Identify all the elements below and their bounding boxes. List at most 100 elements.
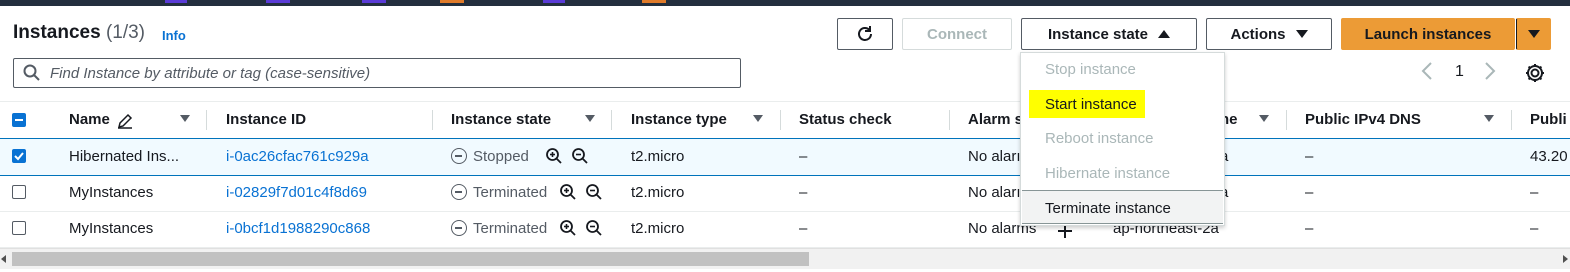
column-divider[interactable] bbox=[432, 110, 433, 130]
sort-icon[interactable] bbox=[753, 115, 763, 122]
instance-name: MyInstances bbox=[69, 220, 154, 237]
stopped-icon bbox=[451, 148, 467, 164]
instance-state: Terminated bbox=[473, 220, 548, 237]
zoom-out-icon[interactable] bbox=[571, 147, 589, 165]
instance-type: t2.micro bbox=[631, 148, 685, 165]
zoom-out-icon[interactable] bbox=[585, 183, 603, 201]
page-number[interactable]: 1 bbox=[1455, 63, 1464, 81]
instance-id-link[interactable]: i-0ac26cfac761c929a bbox=[226, 148, 369, 165]
public-dns: – bbox=[1305, 148, 1314, 165]
column-header-public-ipv4-dns[interactable]: Public IPv4 DNS bbox=[1305, 111, 1421, 128]
table-header: Name Instance ID Instance state Instance… bbox=[0, 101, 1570, 139]
column-divider[interactable] bbox=[949, 110, 950, 130]
instance-state: Terminated bbox=[473, 184, 548, 201]
instance-state: Stopped bbox=[473, 148, 529, 165]
row-checkbox[interactable] bbox=[12, 149, 26, 163]
instance-id-link[interactable]: i-02829f7d01c4f8d69 bbox=[226, 184, 367, 201]
table-row[interactable]: MyInstances i-0bcf1d1988290c868 Terminat… bbox=[0, 211, 1570, 248]
launch-options-button[interactable] bbox=[1516, 18, 1551, 50]
menu-item-start-instance[interactable]: Start instance bbox=[1045, 96, 1137, 113]
column-header-status-check[interactable]: Status check bbox=[799, 111, 892, 128]
chevron-left-icon bbox=[1421, 62, 1432, 80]
column-divider[interactable] bbox=[206, 110, 207, 130]
selection-count: (1/3) bbox=[105, 22, 146, 43]
public-ip: – bbox=[1530, 184, 1539, 201]
caret-up-icon bbox=[1158, 30, 1171, 38]
terminated-icon bbox=[451, 220, 467, 236]
public-ip: 43.20 bbox=[1530, 148, 1568, 165]
instance-state-button[interactable]: Instance state bbox=[1021, 18, 1197, 50]
table-row[interactable]: Hibernated Ins... i-0ac26cfac761c929a St… bbox=[0, 138, 1570, 176]
column-header-name[interactable]: Name bbox=[69, 111, 110, 128]
gear-icon bbox=[1526, 64, 1544, 82]
preferences-button[interactable] bbox=[1524, 62, 1546, 89]
terminated-icon bbox=[451, 184, 467, 200]
zoom-in-icon[interactable] bbox=[559, 183, 577, 201]
actions-label: Actions bbox=[1230, 25, 1286, 43]
search-input[interactable] bbox=[48, 63, 732, 83]
info-link[interactable]: Info bbox=[162, 28, 186, 43]
table-row[interactable]: MyInstances i-02829f7d01c4f8d69 Terminat… bbox=[0, 175, 1570, 212]
top-nav-bar bbox=[0, 0, 1570, 6]
public-dns: – bbox=[1305, 184, 1314, 201]
page-title: Instances (1/3) bbox=[13, 22, 145, 44]
sort-icon[interactable] bbox=[180, 115, 190, 122]
sort-icon[interactable] bbox=[585, 115, 595, 122]
refresh-icon bbox=[858, 26, 872, 41]
zoom-out-icon[interactable] bbox=[585, 219, 603, 237]
alarm-status: No aları bbox=[968, 184, 1021, 201]
scroll-left-icon[interactable] bbox=[1, 255, 6, 263]
scroll-right-icon[interactable] bbox=[1563, 255, 1568, 263]
column-divider[interactable] bbox=[1286, 110, 1287, 130]
column-header-instance-type[interactable]: Instance type bbox=[631, 111, 727, 128]
minus-icon bbox=[15, 119, 23, 121]
public-ip: – bbox=[1530, 220, 1539, 237]
column-divider[interactable] bbox=[780, 110, 781, 130]
column-header-alarm-status[interactable]: Alarm s bbox=[968, 111, 1023, 128]
column-header-public-ipv4[interactable]: Publi bbox=[1530, 111, 1567, 128]
instance-name: MyInstances bbox=[69, 184, 154, 201]
column-header-instance-id[interactable]: Instance ID bbox=[226, 111, 306, 128]
alarm-status: No aları bbox=[968, 148, 1021, 165]
chevron-right-icon bbox=[1485, 62, 1496, 80]
zoom-in-icon[interactable] bbox=[559, 219, 577, 237]
search-icon bbox=[23, 64, 40, 81]
refresh-button[interactable] bbox=[837, 18, 893, 50]
menu-item-reboot-instance[interactable]: Reboot instance bbox=[1045, 130, 1153, 147]
public-dns: – bbox=[1305, 220, 1314, 237]
instance-name: Hibernated Ins... bbox=[69, 148, 180, 165]
page-title-text: Instances bbox=[13, 22, 101, 43]
instance-state-menu: Stop instance Start instance Reboot inst… bbox=[1020, 52, 1225, 226]
select-all-checkbox[interactable] bbox=[12, 113, 26, 127]
caret-down-icon bbox=[1527, 30, 1540, 38]
menu-item-terminate-instance[interactable]: Terminate instance bbox=[1045, 200, 1171, 217]
caret-down-icon bbox=[1295, 30, 1308, 38]
menu-item-stop-instance[interactable]: Stop instance bbox=[1045, 61, 1136, 78]
instance-id-link[interactable]: i-0bcf1d1988290c868 bbox=[226, 220, 370, 237]
sort-icon[interactable] bbox=[1259, 115, 1269, 122]
column-divider[interactable] bbox=[611, 110, 612, 130]
zoom-in-icon[interactable] bbox=[545, 147, 563, 165]
edit-pencil-icon bbox=[117, 113, 133, 129]
connect-button[interactable]: Connect bbox=[902, 18, 1012, 50]
row-checkbox[interactable] bbox=[12, 221, 26, 235]
check-icon bbox=[14, 152, 24, 161]
menu-item-hibernate-instance[interactable]: Hibernate instance bbox=[1045, 165, 1170, 182]
status-check: – bbox=[799, 148, 808, 165]
status-check: – bbox=[799, 184, 808, 201]
launch-instances-button[interactable]: Launch instances bbox=[1341, 18, 1515, 50]
scrollbar-thumb[interactable] bbox=[12, 252, 809, 266]
next-page-button[interactable] bbox=[1483, 60, 1497, 87]
instance-type: t2.micro bbox=[631, 184, 685, 201]
status-check: – bbox=[799, 220, 808, 237]
instance-type: t2.micro bbox=[631, 220, 685, 237]
row-checkbox[interactable] bbox=[12, 185, 26, 199]
search-box[interactable] bbox=[13, 58, 741, 88]
prev-page-button[interactable] bbox=[1420, 60, 1434, 87]
horizontal-scrollbar[interactable] bbox=[0, 248, 1570, 269]
instance-state-label: Instance state bbox=[1047, 25, 1149, 43]
sort-icon[interactable] bbox=[1484, 115, 1494, 122]
column-divider[interactable] bbox=[1511, 110, 1512, 130]
actions-button[interactable]: Actions bbox=[1206, 18, 1332, 50]
column-header-instance-state[interactable]: Instance state bbox=[451, 111, 551, 128]
